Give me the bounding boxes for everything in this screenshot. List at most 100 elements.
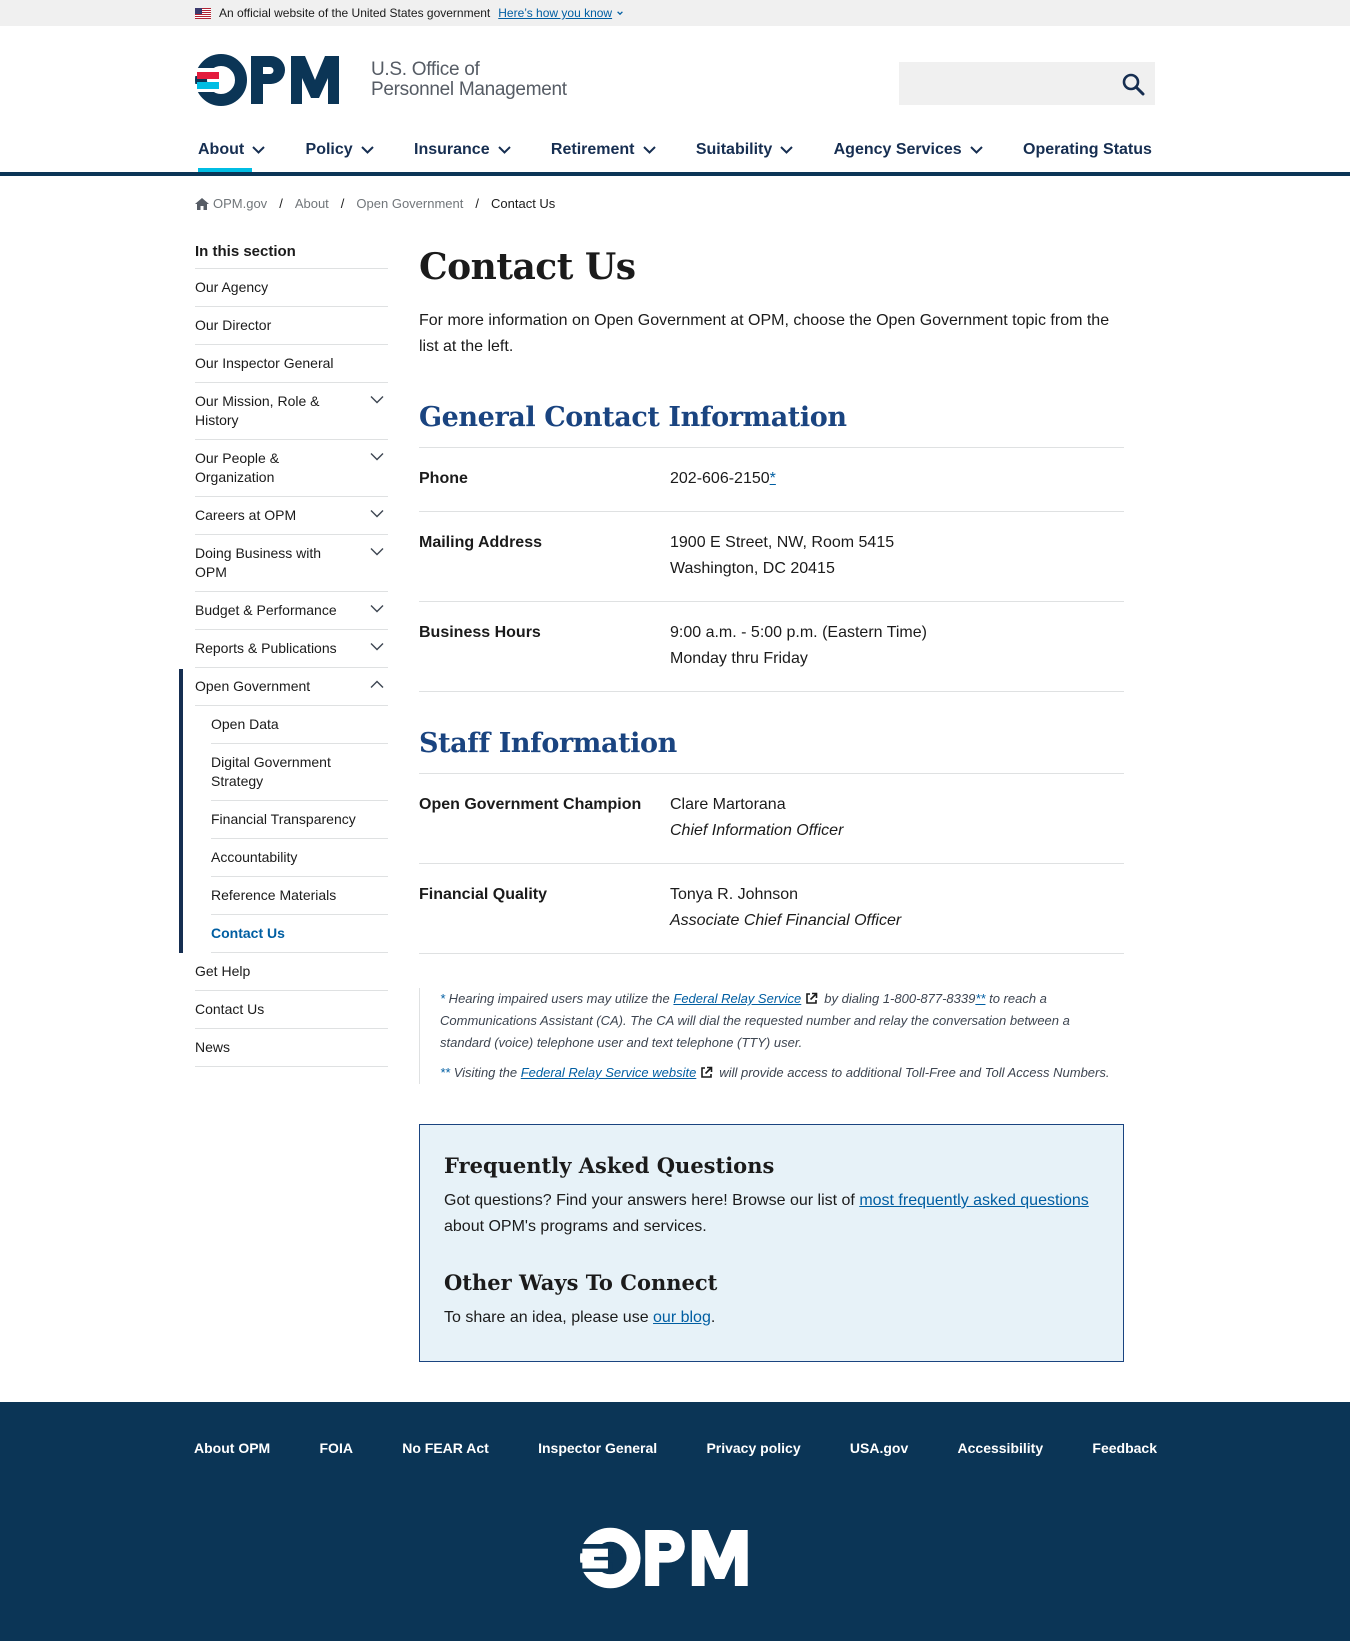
how-you-know-label[interactable]: Here’s how you know: [498, 6, 612, 20]
sidebar-item-label[interactable]: Doing Business with OPM: [195, 545, 321, 580]
chevron-down-icon[interactable]: [370, 604, 384, 613]
nav-policy[interactable]: Policy: [303, 128, 377, 172]
sidebar-item-open-government[interactable]: Open Government: [195, 668, 388, 706]
nav-insurance-label[interactable]: Insurance: [414, 141, 490, 159]
sidebar-item-label[interactable]: Our Agency: [195, 279, 268, 295]
chevron-down-icon[interactable]: [370, 547, 384, 556]
opm-logo-link[interactable]: U.S. Office of Personnel Management: [195, 54, 567, 106]
breadcrumb-about[interactable]: About: [295, 196, 329, 211]
nav-suitability-label[interactable]: Suitability: [696, 141, 772, 159]
sidebar-subitem-reference-materials[interactable]: Reference Materials: [211, 877, 388, 915]
nav-policy-label[interactable]: Policy: [306, 141, 353, 159]
footer-link-no-fear-act[interactable]: No FEAR Act: [402, 1440, 489, 1456]
nav-agency-services[interactable]: Agency Services: [831, 128, 986, 172]
footer-links: About OPM FOIA No FEAR Act Inspector Gen…: [194, 1440, 1157, 1456]
mailing-address-value: 1900 E Street, NW, Room 5415 Washington,…: [670, 530, 1124, 582]
org-name-line2: Personnel Management: [371, 79, 567, 100]
sidebar-subitem-digital-government-strategy[interactable]: Digital Government Strategy: [211, 744, 388, 801]
nav-agency-services-label[interactable]: Agency Services: [834, 141, 962, 159]
general-contact-table: Phone 202-606-2150* Mailing Address 1900…: [419, 447, 1124, 692]
sidebar-item-label[interactable]: News: [195, 1039, 230, 1055]
sidebar-item-news[interactable]: News: [195, 1029, 388, 1067]
sidebar-item-contact-us[interactable]: Contact Us: [195, 991, 388, 1029]
chevron-up-icon[interactable]: [370, 680, 384, 689]
footer-link-inspector-general[interactable]: Inspector General: [538, 1440, 657, 1456]
champion-title: Chief Information Officer: [670, 822, 844, 839]
sidebar-item-people-organization[interactable]: Our People & Organization: [195, 440, 388, 497]
nav-retirement[interactable]: Retirement: [548, 128, 659, 172]
sidebar-item-get-help[interactable]: Get Help: [195, 953, 388, 991]
sidebar-item-doing-business[interactable]: Doing Business with OPM: [195, 535, 388, 592]
sidebar-item-label[interactable]: Our Inspector General: [195, 355, 334, 371]
nav-suitability[interactable]: Suitability: [693, 128, 796, 172]
mailing-address-label: Mailing Address: [419, 534, 542, 551]
breadcrumb-current: Contact Us: [491, 196, 556, 211]
faq-text-post: about OPM's programs and services.: [444, 1218, 707, 1235]
phone-footnote-link[interactable]: *: [770, 470, 776, 487]
nav-insurance[interactable]: Insurance: [411, 128, 514, 172]
sidebar-subitem-accountability[interactable]: Accountability: [211, 839, 388, 877]
sidebar-item-label[interactable]: Budget & Performance: [195, 602, 337, 618]
sidebar-item-careers[interactable]: Careers at OPM: [195, 497, 388, 535]
sidebar-subitem-contact-us[interactable]: Contact Us: [211, 915, 388, 953]
opm-logo-mark: [195, 54, 339, 106]
nav-retirement-label[interactable]: Retirement: [551, 141, 635, 159]
blog-link[interactable]: our blog: [653, 1309, 711, 1326]
footer-link-usa-gov[interactable]: USA.gov: [850, 1440, 908, 1456]
chevron-down-icon[interactable]: [370, 509, 384, 518]
sidebar-item-mission-role-history[interactable]: Our Mission, Role & History: [195, 383, 388, 440]
breadcrumb-home[interactable]: OPM.gov: [195, 196, 267, 211]
footnote-2: ** Visiting the Federal Relay Service we…: [440, 1062, 1124, 1084]
sidebar-item-our-director[interactable]: Our Director: [195, 307, 388, 345]
nav-about-label[interactable]: About: [198, 141, 244, 159]
mailing-address-line2: Washington, DC 20415: [670, 560, 835, 577]
sidebar-item-label[interactable]: Get Help: [195, 963, 250, 979]
faq-link[interactable]: most frequently asked questions: [859, 1192, 1088, 1209]
footer-link-accessibility[interactable]: Accessibility: [958, 1440, 1044, 1456]
sidebar-item-our-agency[interactable]: Our Agency: [195, 269, 388, 307]
footer-link-about-opm[interactable]: About OPM: [194, 1440, 270, 1456]
sidebar-item-label[interactable]: Careers at OPM: [195, 507, 296, 523]
business-hours-label: Business Hours: [419, 624, 541, 641]
federal-relay-service-website-link[interactable]: Federal Relay Service website: [521, 1065, 697, 1080]
sidebar-item-label[interactable]: Our Director: [195, 317, 271, 333]
sidebar-item-inspector-general[interactable]: Our Inspector General: [195, 345, 388, 383]
breadcrumb-open-government[interactable]: Open Government: [356, 196, 463, 211]
chevron-down-icon[interactable]: [370, 395, 384, 404]
breadcrumb-separator: /: [340, 196, 345, 211]
footnote-2-pre: Visiting the: [450, 1065, 521, 1080]
sidebar-item-label[interactable]: Our Mission, Role & History: [195, 393, 319, 428]
sidebar-item-label[interactable]: Reports & Publications: [195, 640, 337, 656]
nav-about[interactable]: About: [195, 128, 268, 172]
chevron-down-icon[interactable]: [370, 642, 384, 651]
footer-link-foia[interactable]: FOIA: [320, 1440, 353, 1456]
sidebar-subitem-open-data[interactable]: Open Data: [211, 706, 388, 744]
financial-quality-label: Financial Quality: [419, 886, 548, 903]
nav-operating-status[interactable]: Operating Status: [1020, 128, 1155, 172]
sidebar-item-label[interactable]: Open Government: [195, 678, 310, 694]
search-input[interactable]: [899, 62, 1109, 105]
opm-footer-logo[interactable]: [580, 1527, 764, 1589]
footer-link-privacy-policy[interactable]: Privacy policy: [706, 1440, 800, 1456]
search-button[interactable]: [1119, 70, 1147, 98]
nav-operating-status-label[interactable]: Operating Status: [1023, 141, 1152, 159]
sidebar-item-label[interactable]: Contact Us: [195, 1001, 264, 1017]
chevron-down-icon[interactable]: [370, 452, 384, 461]
org-name-line1: U.S. Office of: [371, 59, 480, 80]
main-nav: About Policy Insurance Retirement Suitab…: [0, 128, 1350, 176]
champion-name: Clare Martorana: [670, 796, 786, 813]
intro-text: For more information on Open Government …: [419, 312, 1110, 355]
sidebar-item-reports-publications[interactable]: Reports & Publications: [195, 630, 388, 668]
breadcrumb-home-label[interactable]: OPM.gov: [213, 196, 267, 211]
sidebar-item-label[interactable]: Our People & Organization: [195, 450, 279, 485]
footer-link-feedback[interactable]: Feedback: [1092, 1440, 1157, 1456]
home-icon: [195, 197, 209, 210]
gov-banner: An official website of the United States…: [0, 0, 1350, 26]
footnote-2-ref-link[interactable]: **: [975, 991, 985, 1006]
sidebar-sublist-open-government: Open Data Digital Government Strategy Fi…: [179, 669, 388, 953]
federal-relay-service-link[interactable]: Federal Relay Service: [673, 991, 801, 1006]
sidebar-item-budget-performance[interactable]: Budget & Performance: [195, 592, 388, 630]
how-you-know-link[interactable]: Here’s how you know: [498, 6, 624, 20]
footnote-2-mark: **: [440, 1065, 451, 1080]
sidebar-subitem-financial-transparency[interactable]: Financial Transparency: [211, 801, 388, 839]
